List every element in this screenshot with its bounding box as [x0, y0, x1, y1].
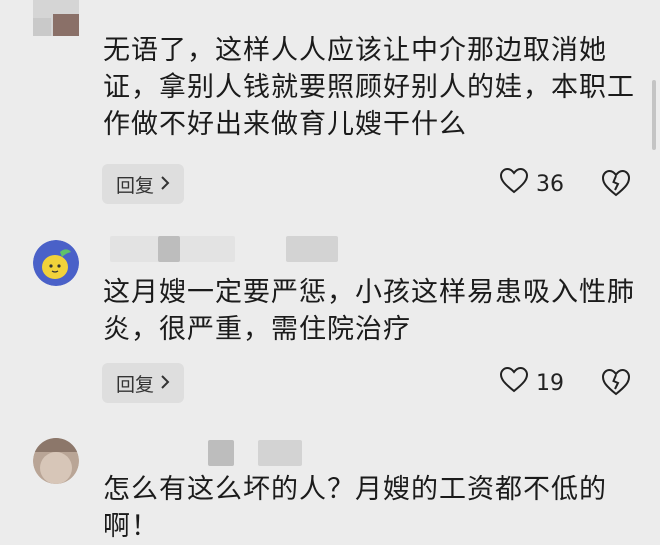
- avatar[interactable]: [33, 0, 79, 36]
- reply-button[interactable]: 回复: [102, 164, 184, 204]
- comment-text: 怎么有这么坏的人？月嫂的工资都不低的啊！: [103, 474, 607, 542]
- username-redacted: [208, 440, 234, 466]
- comment-text: 无语了，这样人人应该让中介那边取消她证，拿别人钱就要照顾好别人的娃，本职工作做不…: [103, 35, 635, 140]
- chevron-right-icon: [160, 373, 170, 394]
- chevron-right-icon: [160, 174, 170, 195]
- like-count: 36: [536, 171, 564, 197]
- reply-label: 回复: [115, 373, 154, 396]
- broken-heart-icon[interactable]: [601, 169, 631, 199]
- like-button[interactable]: 36: [499, 164, 564, 204]
- username-redacted: [258, 440, 302, 466]
- avatar[interactable]: [33, 438, 79, 484]
- username-redacted: [286, 236, 338, 262]
- broken-heart-icon[interactable]: [601, 368, 631, 398]
- like-button[interactable]: 19: [499, 363, 564, 403]
- heart-outline-icon: [499, 167, 529, 200]
- comment-text: 这月嫂一定要严惩，小孩这样易患吸入性肺炎，很严重，需住院治疗: [103, 277, 635, 345]
- username-redacted: [158, 236, 180, 262]
- heart-outline-icon: [499, 366, 529, 399]
- scrollbar[interactable]: [652, 80, 656, 150]
- like-count: 19: [536, 370, 564, 396]
- avatar[interactable]: [33, 240, 79, 286]
- reply-button[interactable]: 回复: [102, 363, 184, 403]
- reply-label: 回复: [115, 174, 154, 197]
